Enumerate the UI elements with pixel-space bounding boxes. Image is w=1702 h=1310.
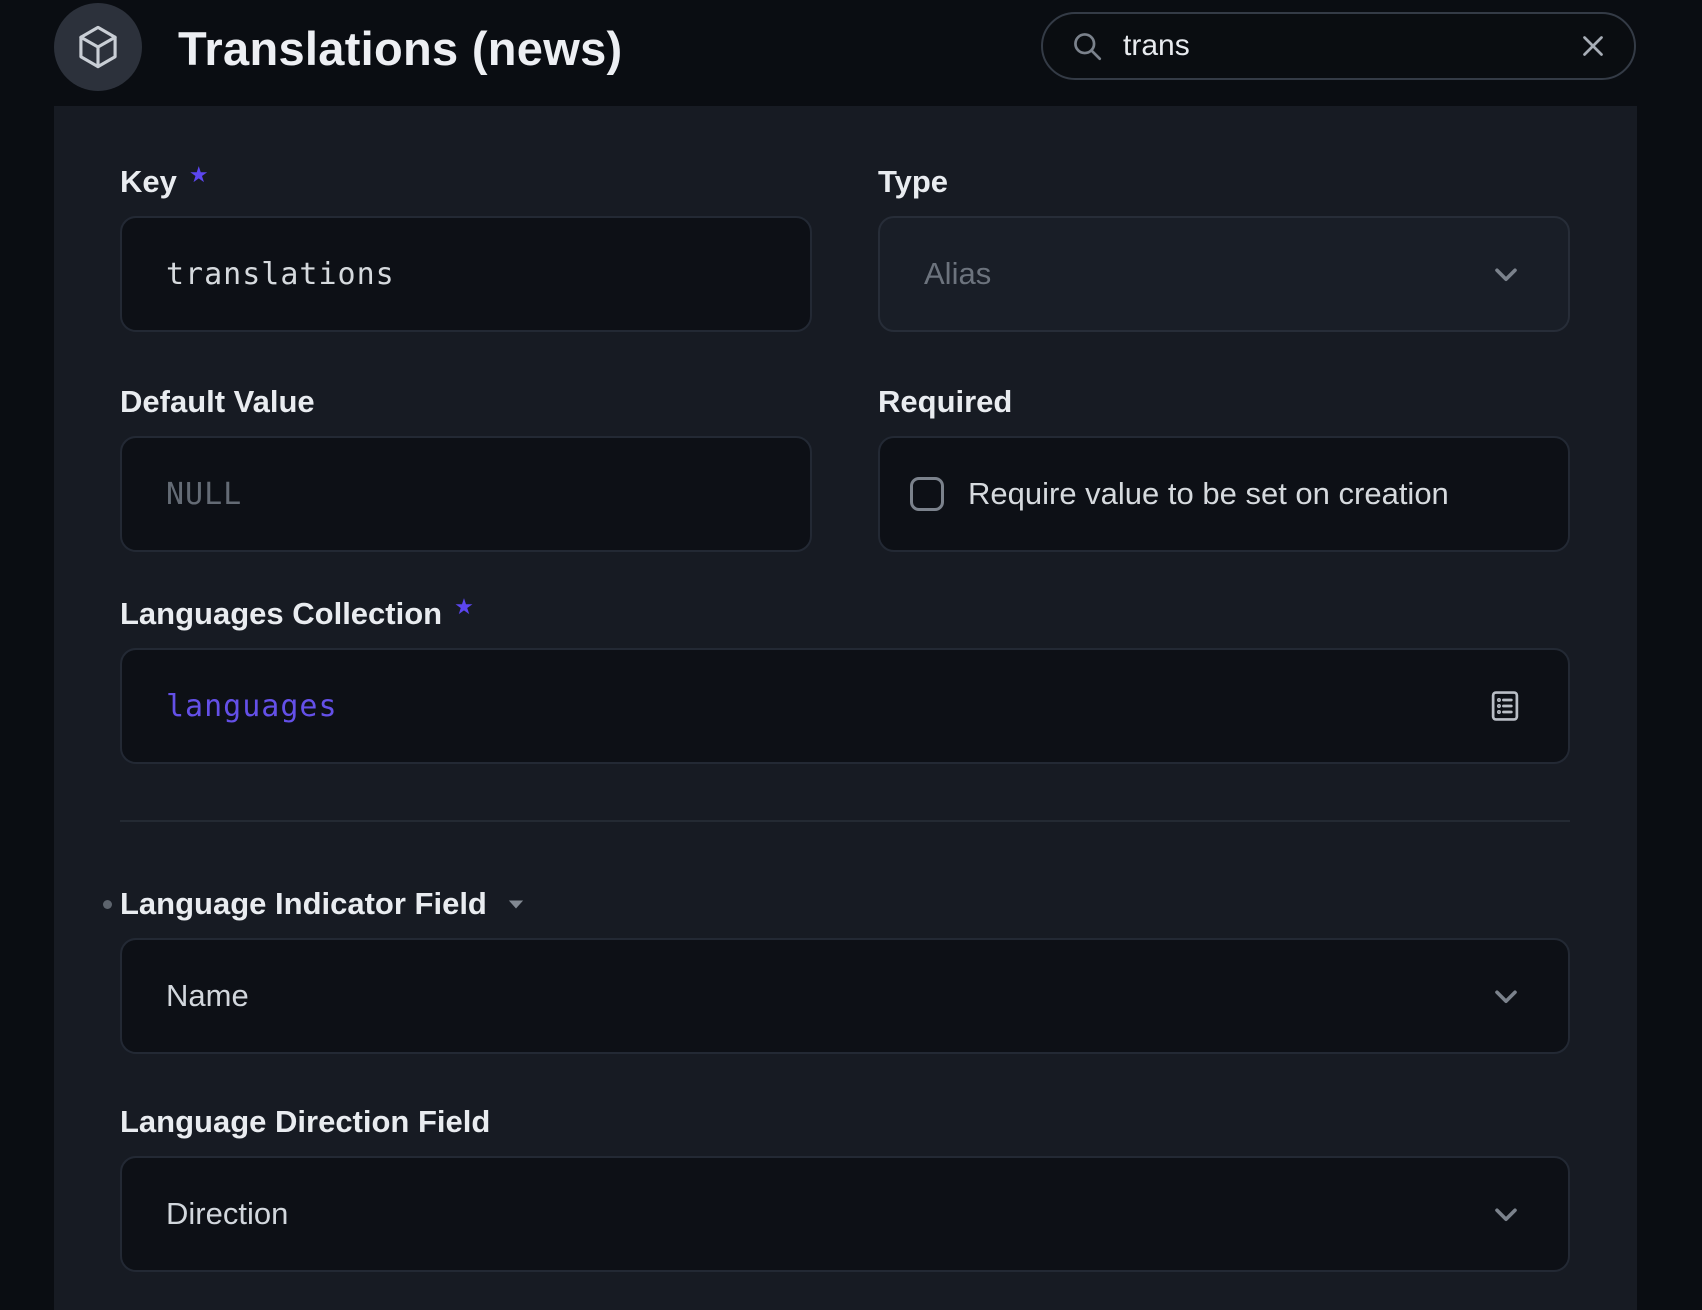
language-direction-field-group: Language Direction Field Direction: [120, 1102, 1570, 1272]
language-indicator-select[interactable]: Name: [120, 938, 1570, 1054]
default-value-label: Default Value: [120, 382, 812, 422]
box-icon: [73, 22, 123, 72]
required-label: Required: [878, 382, 1570, 422]
required-field-group: Required Require value to be set on crea…: [878, 332, 1570, 552]
language-indicator-field-group: Language Indicator Field Name: [120, 884, 1570, 1054]
type-field-group: Type Alias: [878, 162, 1570, 332]
required-star-icon: ★: [454, 587, 474, 627]
default-value-input[interactable]: [120, 436, 812, 552]
search-input[interactable]: [1123, 29, 1558, 63]
required-checkbox[interactable]: [910, 477, 944, 511]
required-star-icon: ★: [189, 155, 209, 195]
chevron-down-icon: [1488, 256, 1524, 292]
list-icon[interactable]: [1486, 687, 1524, 725]
edited-dot-icon: [103, 900, 112, 909]
type-select[interactable]: Alias: [878, 216, 1570, 332]
key-input[interactable]: [120, 216, 812, 332]
languages-collection-label: Languages Collection ★: [120, 594, 1570, 634]
field-settings-panel: Key ★ Type Alias: [54, 106, 1637, 1310]
chevron-down-icon: [1488, 1196, 1524, 1232]
default-value-field-group: Default Value: [120, 332, 812, 552]
close-icon[interactable]: [1576, 29, 1610, 63]
page-title: Translations (news): [178, 0, 622, 96]
languages-collection-select[interactable]: languages: [120, 648, 1570, 764]
app-header: Translations (news): [0, 0, 1702, 106]
type-label: Type: [878, 162, 1570, 202]
languages-collection-field-group: Languages Collection ★ languages: [120, 594, 1570, 764]
section-divider: [120, 820, 1570, 822]
key-field-group: Key ★: [120, 162, 812, 332]
language-indicator-label: Language Indicator Field: [120, 884, 1570, 924]
required-checkbox-label: Require value to be set on creation: [968, 476, 1449, 512]
caret-down-icon[interactable]: [503, 891, 529, 917]
search-bar[interactable]: [1041, 12, 1636, 80]
required-checkbox-row[interactable]: Require value to be set on creation: [878, 436, 1570, 552]
collection-icon-button[interactable]: [54, 3, 142, 91]
language-direction-select[interactable]: Direction: [120, 1156, 1570, 1272]
chevron-down-icon: [1488, 978, 1524, 1014]
key-label: Key ★: [120, 162, 812, 202]
language-direction-label: Language Direction Field: [120, 1102, 1570, 1142]
search-icon: [1069, 28, 1105, 64]
